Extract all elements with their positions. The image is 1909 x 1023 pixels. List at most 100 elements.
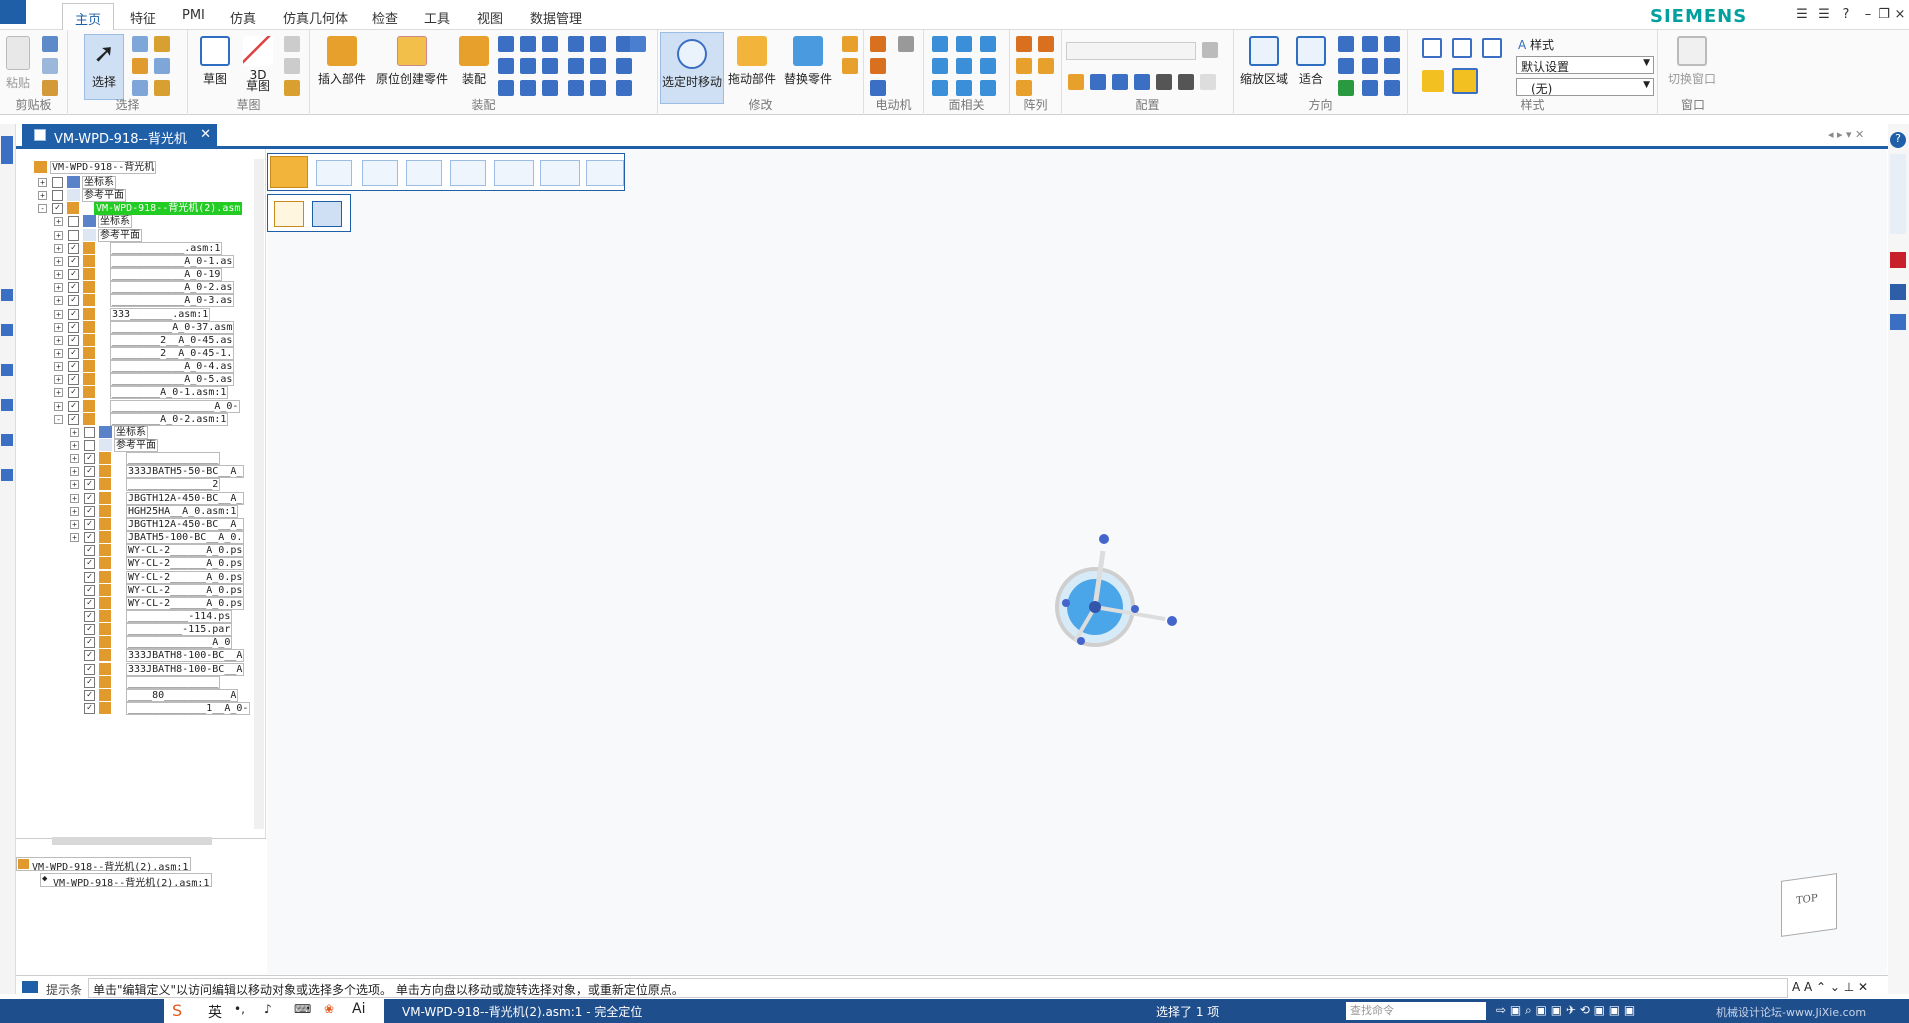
visibility-checkbox[interactable]: ✓ <box>84 518 95 530</box>
relation-icon-14[interactable] <box>520 80 536 96</box>
visibility-checkbox[interactable] <box>52 177 63 188</box>
motor-icon[interactable] <box>870 36 886 52</box>
style-select[interactable]: 默认设置 ▼ <box>1516 56 1654 74</box>
ring-knob-1[interactable] <box>1062 599 1070 607</box>
expand-icon[interactable]: + <box>70 493 79 503</box>
mic-icon[interactable]: ♪ <box>264 1002 272 1016</box>
config-save-icon[interactable] <box>1202 42 1218 58</box>
orient-icon-3[interactable] <box>1384 58 1400 74</box>
tree-footer-root[interactable]: VM-WPD-918--背光机(2).asm:1 <box>16 857 192 873</box>
punct-icon[interactable]: •, <box>234 1002 245 1016</box>
config-icon-5[interactable] <box>1156 74 1172 90</box>
edit-definition-button[interactable] <box>270 156 308 188</box>
orient-icon-4[interactable] <box>1338 80 1354 96</box>
expand-icon[interactable]: + <box>54 270 63 280</box>
tree-footer-sub[interactable]: ◆ VM-WPD-918--背光机(2).asm:1 <box>40 873 213 889</box>
visibility-checkbox[interactable] <box>84 426 95 438</box>
layout-icon[interactable]: ☰ <box>1794 7 1810 23</box>
simulate-motor-icon[interactable] <box>898 36 914 52</box>
ring-knob-2[interactable] <box>1077 637 1085 645</box>
face-tool-icon-3[interactable] <box>980 36 996 52</box>
visibility-checkbox[interactable]: ✓ <box>84 584 95 596</box>
expand-icon[interactable]: + <box>70 519 79 529</box>
tab-sim-geometry[interactable]: 仿真几何体 <box>277 8 354 27</box>
sketch-tool2-icon[interactable] <box>284 58 300 74</box>
visibility-checkbox[interactable]: ✓ <box>68 387 79 399</box>
insert-part-button[interactable]: 插入部件 <box>314 36 370 87</box>
cut-icon[interactable] <box>42 36 58 52</box>
visibility-checkbox[interactable]: ✓ <box>68 361 79 373</box>
move-when-selected-button[interactable]: 选定时移动 <box>660 32 724 104</box>
face-tool-icon-5[interactable] <box>956 58 972 74</box>
expand-icon[interactable]: + <box>54 230 63 240</box>
pan-icon[interactable] <box>1362 36 1378 52</box>
sketch-button[interactable]: 草图 <box>198 36 232 87</box>
news-icon[interactable] <box>1890 314 1906 330</box>
relation-icon-12[interactable] <box>616 58 632 74</box>
command-search-input[interactable]: 查找命令 <box>1346 1002 1486 1020</box>
origin-dropdown[interactable] <box>586 160 624 186</box>
minimize-icon[interactable]: – <box>1860 7 1876 23</box>
zoom-area-button[interactable]: 缩放区域 <box>1238 36 1290 87</box>
expand-icon[interactable]: + <box>54 283 63 293</box>
expand-icon[interactable]: + <box>54 388 63 398</box>
expand-icon[interactable]: + <box>54 309 63 319</box>
visibility-checkbox[interactable]: ✓ <box>84 505 95 517</box>
visibility-checkbox[interactable]: ✓ <box>68 413 79 425</box>
primary-knob[interactable] <box>1099 534 1109 544</box>
visibility-checkbox[interactable]: ✓ <box>84 479 95 491</box>
relation-icon-8[interactable] <box>520 58 536 74</box>
select-options-icon[interactable] <box>154 36 170 52</box>
prompt-tools[interactable]: A A ⌃ ⌄ ⊥ ✕ <box>1792 980 1868 994</box>
strip-icon-6[interactable] <box>1 469 13 481</box>
view-cube-icon-2[interactable] <box>1452 38 1472 58</box>
relation-icon-16[interactable] <box>568 80 584 96</box>
relation-icon-11[interactable] <box>590 58 606 74</box>
visibility-checkbox[interactable]: ✓ <box>68 321 79 333</box>
select-box-icon[interactable] <box>132 80 148 96</box>
config-icon-7[interactable] <box>1200 74 1216 90</box>
expand-icon[interactable]: + <box>38 191 47 201</box>
relation-icon-1[interactable] <box>498 36 514 52</box>
collapse-icon[interactable]: - <box>54 414 63 424</box>
help-icon[interactable]: ? <box>1890 132 1906 148</box>
expand-icon[interactable]: + <box>54 362 63 372</box>
visibility-checkbox[interactable]: ✓ <box>84 571 95 583</box>
shaded-icon[interactable] <box>1422 70 1444 92</box>
relation-dropdown[interactable] <box>540 160 580 186</box>
expand-icon[interactable]: + <box>70 533 79 543</box>
strip-icon-3[interactable] <box>1 364 13 376</box>
style-label[interactable]: A 样式 <box>1518 36 1554 53</box>
ai-icon[interactable]: Ai <box>352 1001 365 1017</box>
sub-frame-button[interactable] <box>312 201 342 227</box>
sub-edit-button[interactable] <box>274 201 304 227</box>
orient-icon-2[interactable] <box>1362 58 1378 74</box>
graphics-canvas[interactable]: TOP <box>267 149 1887 974</box>
config-icon-1[interactable] <box>1068 74 1084 90</box>
expand-icon[interactable]: + <box>54 348 63 358</box>
expand-icon[interactable]: + <box>54 296 63 306</box>
visibility-checkbox[interactable]: ✓ <box>84 624 95 636</box>
visibility-checkbox[interactable]: ✓ <box>84 650 95 662</box>
tab-data-management[interactable]: 数据管理 <box>524 8 588 27</box>
view-icon[interactable] <box>1384 36 1400 52</box>
pattern-icon-3[interactable] <box>1016 58 1032 74</box>
tab-nav-icons[interactable]: ◂ ▸ ▾ ✕ <box>1828 128 1864 141</box>
tab-view[interactable]: 视图 <box>471 8 509 27</box>
visibility-checkbox[interactable] <box>68 229 79 241</box>
expand-icon[interactable]: + <box>70 441 79 450</box>
face-tool-icon-2[interactable] <box>956 36 972 52</box>
motor-tool2-icon[interactable] <box>870 80 886 96</box>
visibility-checkbox[interactable]: ✓ <box>68 282 79 294</box>
relation-icon-13[interactable] <box>498 80 514 96</box>
select-group-icon[interactable] <box>154 58 170 74</box>
face-tool-icon-7[interactable] <box>932 80 948 96</box>
shaded-edges-icon[interactable] <box>1452 68 1478 94</box>
visibility-checkbox[interactable]: ✓ <box>84 545 95 557</box>
visibility-checkbox[interactable]: ✓ <box>68 347 79 359</box>
config-dropdown[interactable] <box>1066 42 1196 60</box>
app-logo-icon[interactable] <box>0 0 26 24</box>
steering-wheel[interactable] <box>1045 531 1185 651</box>
face-tool-icon-9[interactable] <box>980 80 996 96</box>
status-tools-icons[interactable]: ⇨ ▣ ⌕ ▣ ▣ ✈ ⟲ ▣ ▣ ▣ <box>1496 1003 1635 1018</box>
